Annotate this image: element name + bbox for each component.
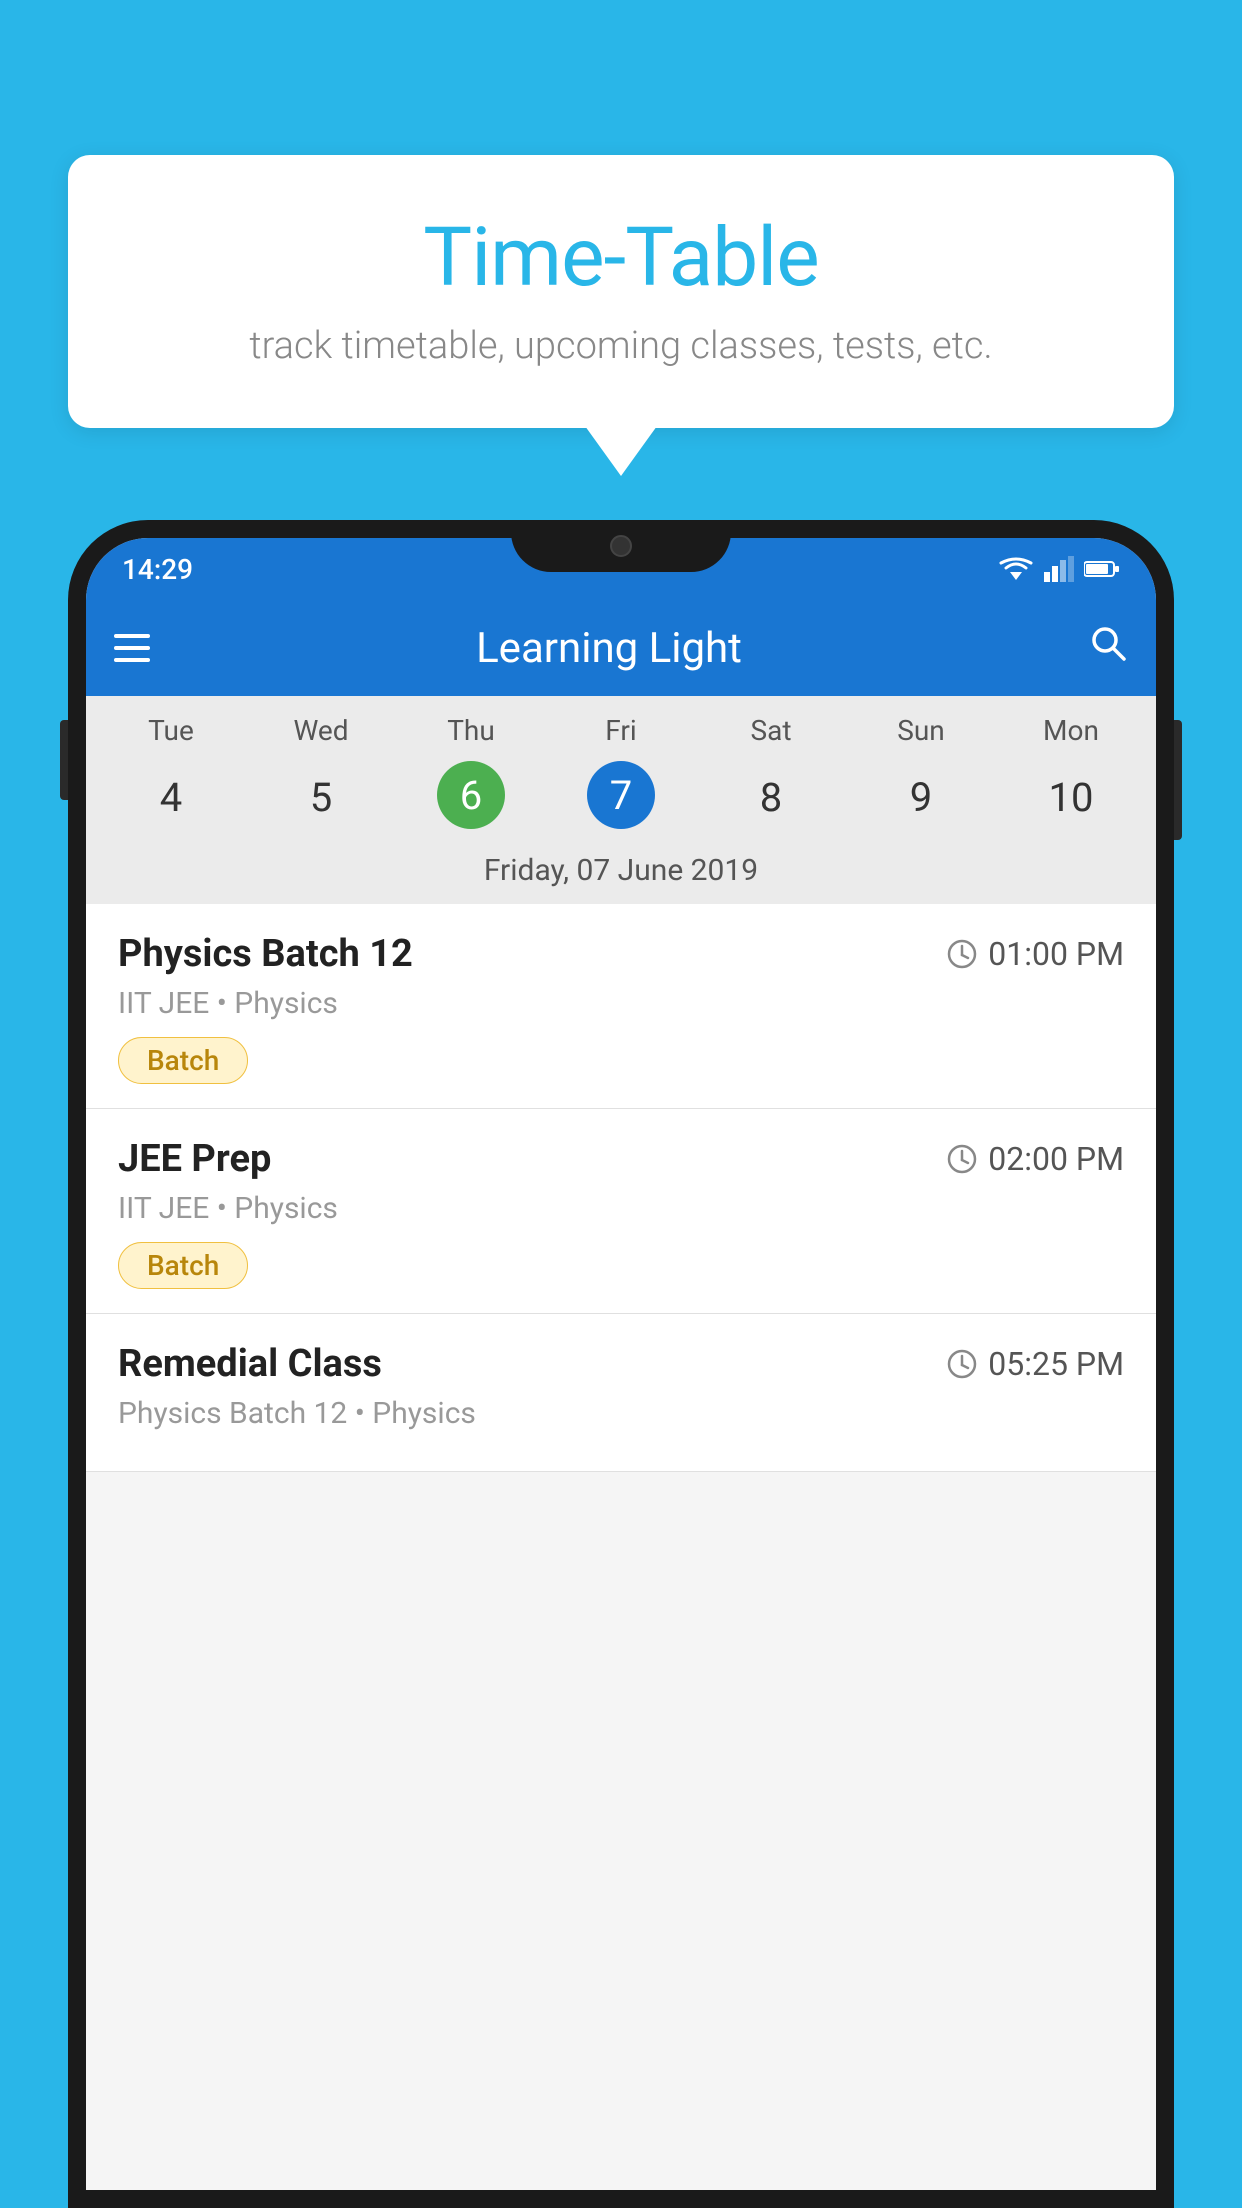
schedule-item-1[interactable]: Physics Batch 12 01:00 PM IIT JEE • Phys…: [86, 904, 1156, 1109]
day-header-mon: Mon: [996, 714, 1146, 747]
calendar-day-5[interactable]: 5: [246, 761, 396, 833]
calendar-day-7-selected[interactable]: 7: [587, 761, 655, 829]
app-header: Learning Light: [86, 600, 1156, 696]
schedule-item-2-header: JEE Prep 02:00 PM: [118, 1137, 1124, 1181]
day-header-fri: Fri: [546, 714, 696, 747]
volume-button: [60, 720, 68, 800]
front-camera: [610, 535, 632, 557]
calendar-section: Tue Wed Thu Fri Sat Sun Mon 4 5 6 7 8 9 …: [86, 696, 1156, 904]
clock-icon-3: [946, 1348, 978, 1380]
day-header-sat: Sat: [696, 714, 846, 747]
day-header-thu: Thu: [396, 714, 546, 747]
hamburger-menu-icon[interactable]: [114, 634, 150, 662]
clock-icon-2: [946, 1143, 978, 1175]
day-numbers: 4 5 6 7 8 9 10: [86, 755, 1156, 845]
schedule-item-3[interactable]: Remedial Class 05:25 PM Physics Batch 12…: [86, 1314, 1156, 1472]
schedule-title-3: Remedial Class: [118, 1342, 382, 1386]
day-header-sun: Sun: [846, 714, 996, 747]
status-time: 14:29: [122, 553, 193, 586]
selected-date-label: Friday, 07 June 2019: [86, 845, 1156, 904]
schedule-item-2[interactable]: JEE Prep 02:00 PM IIT JEE • Physics Batc…: [86, 1109, 1156, 1314]
phone-notch: [511, 520, 731, 572]
phone-outer: 14:29: [68, 520, 1174, 2208]
calendar-day-9[interactable]: 9: [846, 761, 996, 833]
schedule-subtitle-3: Physics Batch 12 • Physics: [118, 1396, 1124, 1431]
clock-icon: [946, 938, 978, 970]
schedule-title-2: JEE Prep: [118, 1137, 271, 1181]
calendar-day-10[interactable]: 10: [996, 761, 1146, 833]
calendar-day-6-today[interactable]: 6: [437, 761, 505, 829]
calendar-day-4[interactable]: 4: [96, 761, 246, 833]
wifi-icon: [998, 556, 1034, 582]
schedule-subtitle-2: IIT JEE • Physics: [118, 1191, 1124, 1226]
signal-icon: [1044, 556, 1074, 582]
schedule-subtitle-1: IIT JEE • Physics: [118, 986, 1124, 1021]
schedule-time-1: 01:00 PM: [946, 935, 1124, 973]
phone-wrapper: 14:29: [68, 520, 1174, 2208]
speech-bubble-container: Time-Table track timetable, upcoming cla…: [68, 155, 1174, 428]
status-icons: [998, 556, 1120, 582]
bubble-subtitle: track timetable, upcoming classes, tests…: [128, 324, 1114, 368]
app-title: Learning Light: [174, 624, 1044, 673]
schedule-list: Physics Batch 12 01:00 PM IIT JEE • Phys…: [86, 904, 1156, 1472]
day-header-wed: Wed: [246, 714, 396, 747]
schedule-title-1: Physics Batch 12: [118, 932, 413, 976]
schedule-time-3: 05:25 PM: [946, 1345, 1124, 1383]
power-button: [1174, 720, 1182, 840]
calendar-day-8[interactable]: 8: [696, 761, 846, 833]
bubble-title: Time-Table: [128, 210, 1114, 306]
day-header-tue: Tue: [96, 714, 246, 747]
schedule-item-1-header: Physics Batch 12 01:00 PM: [118, 932, 1124, 976]
search-icon[interactable]: [1088, 623, 1128, 673]
schedule-item-3-header: Remedial Class 05:25 PM: [118, 1342, 1124, 1386]
schedule-badge-2: Batch: [118, 1242, 248, 1289]
battery-icon: [1084, 559, 1120, 579]
schedule-badge-1: Batch: [118, 1037, 248, 1084]
schedule-time-2: 02:00 PM: [946, 1140, 1124, 1178]
day-headers: Tue Wed Thu Fri Sat Sun Mon: [86, 696, 1156, 755]
speech-bubble: Time-Table track timetable, upcoming cla…: [68, 155, 1174, 428]
phone-screen: 14:29: [86, 538, 1156, 2190]
